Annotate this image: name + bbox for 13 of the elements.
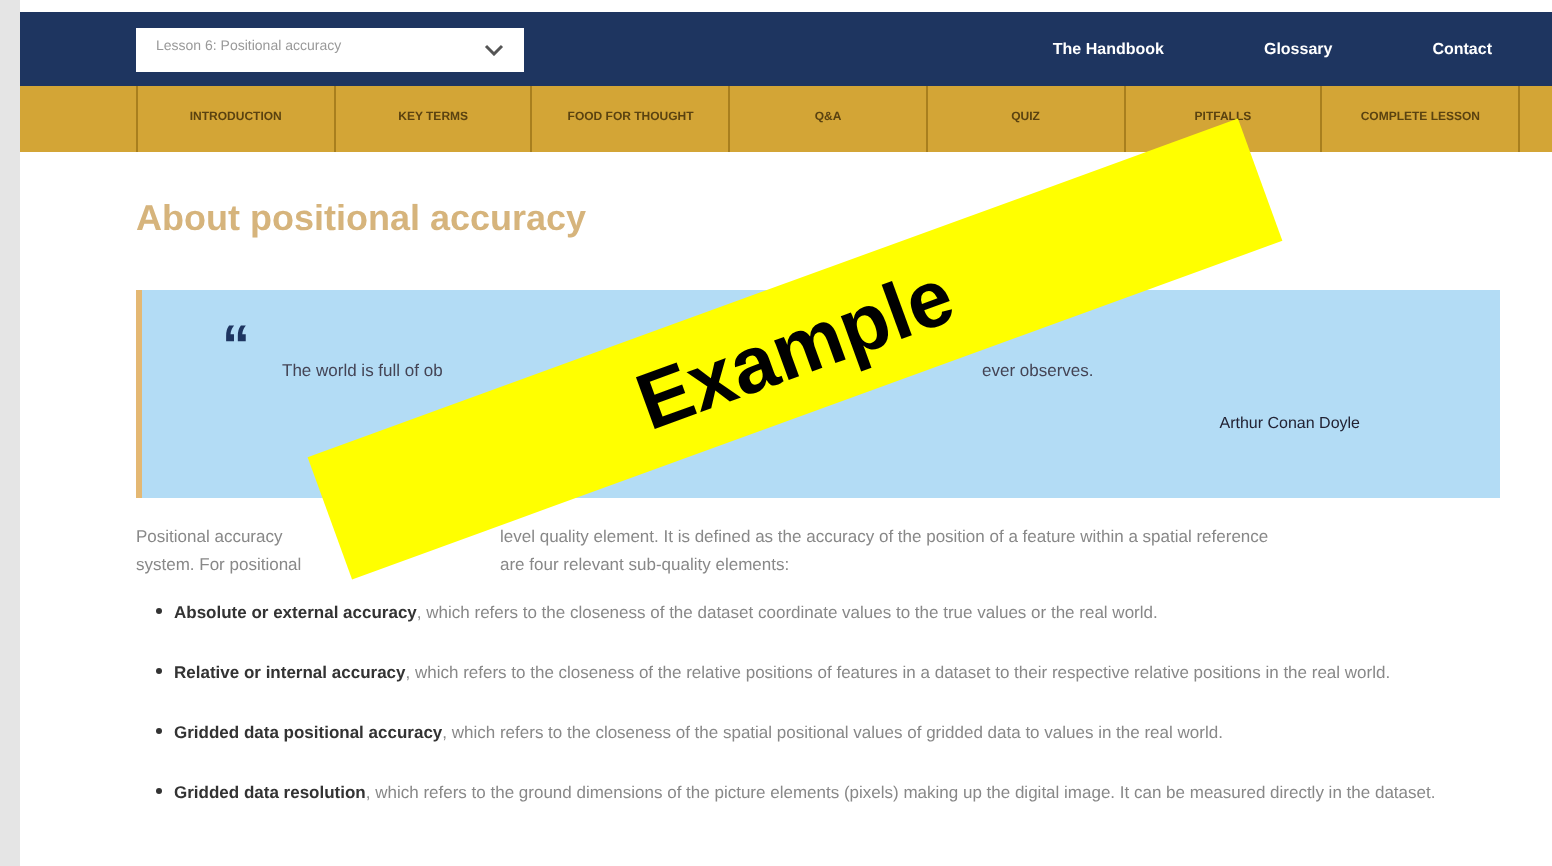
- paragraph-text: are four relevant sub-quality elements:: [500, 552, 790, 578]
- nav-link[interactable]: The Handbook: [1052, 37, 1164, 61]
- bullet-text: Gridded data positional accuracy, which refers to the closeness of the spatial positional values of gridded data to values in the real world.: [174, 720, 1223, 746]
- quote-text: ever observes.: [982, 358, 1094, 384]
- paragraph-text: Positional accuracy: [136, 526, 283, 546]
- bullet-text: Relative or internal accuracy, which refers to the closeness of the relative positions of features in a dataset to their respective relative positions in the real world.: [174, 660, 1391, 686]
- paragraph-text: system. For positional: [136, 554, 302, 574]
- bullet-text: Absolute or external accuracy, which refers to the closeness of the dataset coordinate values to the true values or the real world.: [174, 600, 1158, 626]
- nav-link[interactable]: Glossary: [1263, 37, 1333, 61]
- nav-link[interactable]: Contact: [1432, 37, 1492, 61]
- paragraph-text: level quality element. It is defined as the accuracy of the position of a feature within a spatial reference: [500, 524, 1269, 550]
- chevron-down-icon: [484, 43, 504, 55]
- bullet-text: Gridded data resolution, which refers to the ground dimensions of the picture elements (pixels) making up the digital image. It can be measured directly in the dataset.: [174, 780, 1436, 806]
